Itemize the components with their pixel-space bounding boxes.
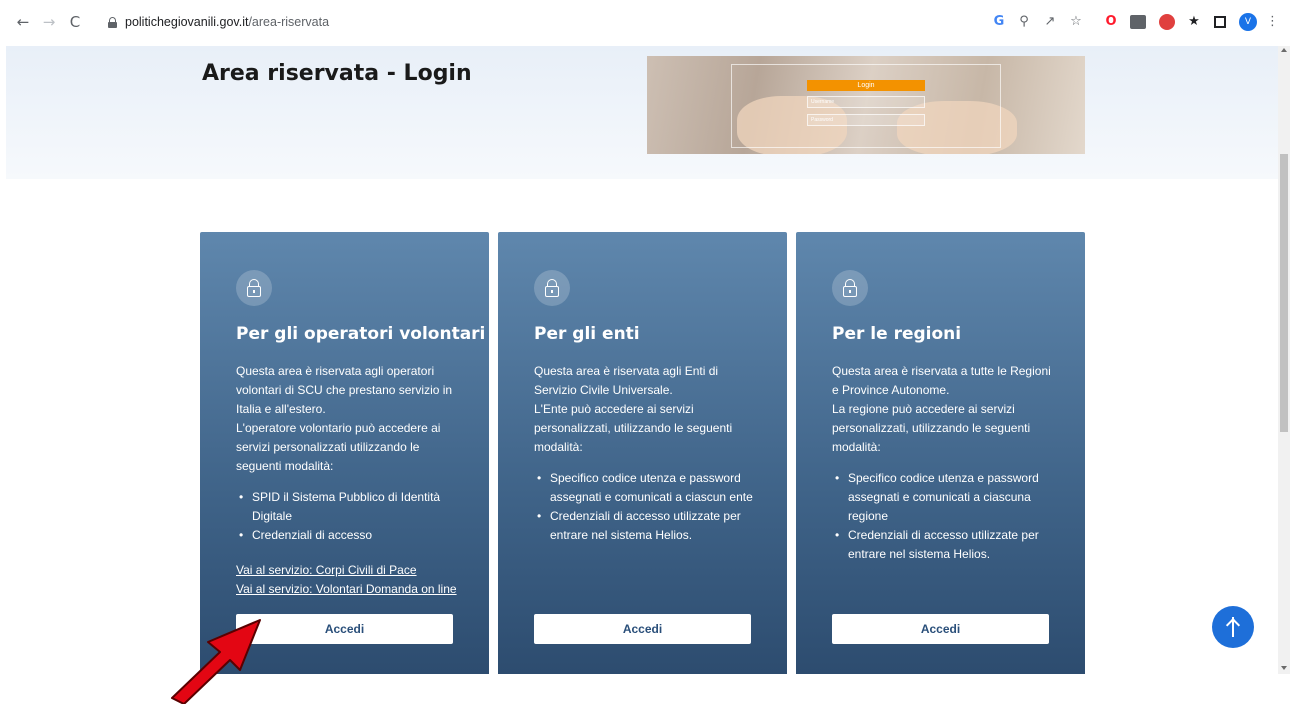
google-icon[interactable]: G [992,14,1006,30]
browser-toolbar: ← → C politichegiovanili.gov.it/area-ris… [0,0,1290,46]
card-bullet-list: Specifico codice utenza e password asseg… [832,469,1057,564]
card-paragraph: L'Ente può accedere ai servizi personali… [534,402,733,454]
list-item: Credenziali di accesso utilizzate per en… [832,526,1057,564]
card-body: Questa area è riservata agli operatori v… [236,362,461,599]
zoom-icon[interactable]: ⚲ [1017,14,1031,30]
link-corpi-civili-di-pace[interactable]: Vai al servizio: Corpi Civili di Pace [236,561,461,580]
page-viewport: Area riservata - Login Login Username Pa… [0,46,1278,674]
list-item: Specifico codice utenza e password asseg… [832,469,1057,526]
annotation-arrow-shape [171,619,261,704]
card-paragraph: Questa area è riservata a tutte le Regio… [832,364,1051,397]
hero-banner [6,46,1278,179]
scrollbar-thumb[interactable] [1280,154,1288,432]
card-title: Per le regioni [832,324,962,344]
card-bullet-list: Specifico codice utenza e password asseg… [534,469,759,545]
url-text[interactable]: politichegiovanili.gov.it/area-riservata [125,15,329,29]
scroll-up-arrow-icon[interactable] [1281,48,1287,52]
card-title: Per gli enti [534,324,640,344]
side-panel-icon[interactable] [1214,16,1226,28]
accedi-button-regioni[interactable]: Accedi [832,614,1049,644]
url-path: /area-riservata [248,15,330,29]
card-paragraph: Questa area è riservata agli operatori v… [236,364,453,416]
image-username-label: Username [807,96,925,108]
card-title: Per gli operatori volontari [236,324,486,344]
back-icon[interactable]: ← [14,13,32,31]
arrow-up-head [1225,618,1241,633]
card-operatori-volontari: Per gli operatori volontari Questa area … [200,232,489,674]
image-login-label: Login [807,80,925,91]
lock-icon [534,270,570,306]
page-title: Area riservata - Login [202,61,472,86]
scroll-to-top-button[interactable] [1212,606,1254,648]
image-password-label: Password [807,114,925,126]
bookmark-star-icon[interactable]: ☆ [1069,14,1083,30]
lock-icon [236,270,272,306]
vertical-scrollbar[interactable] [1278,46,1290,674]
card-bullet-list: SPID il Sistema Pubblico di Identità Dig… [236,488,461,545]
link-volontari-domanda-online[interactable]: Vai al servizio: Volontari Domanda on li… [236,580,461,599]
card-enti: Per gli enti Questa area è riservata agl… [498,232,787,674]
puzzle-extensions-icon[interactable]: ★ [1187,14,1201,30]
lock-icon[interactable] [108,17,117,28]
lock-icon [832,270,868,306]
opera-extension-icon[interactable]: O [1104,14,1118,30]
list-item: Specifico codice utenza e password asseg… [534,469,759,507]
list-item: Credenziali di accesso utilizzate per en… [534,507,759,545]
share-icon[interactable]: ↗ [1043,14,1057,30]
accedi-button-enti[interactable]: Accedi [534,614,751,644]
extension-icon[interactable] [1130,15,1146,29]
profile-avatar-icon[interactable]: V [1239,13,1257,31]
forward-icon[interactable]: → [40,13,58,31]
list-item: Credenziali di accesso [236,526,461,545]
reload-icon[interactable]: C [66,13,84,31]
service-links: Vai al servizio: Corpi Civili di Pace Va… [236,561,461,599]
card-paragraph: L'operatore volontario può accedere ai s… [236,421,441,473]
cards-container: Per gli operatori volontari Questa area … [200,232,1085,674]
menu-kebab-icon[interactable]: ⋮ [1266,14,1279,30]
card-paragraph: La regione può accedere ai servizi perso… [832,402,1031,454]
url-host: politichegiovanili.gov.it [125,15,249,29]
login-hero-image: Login Username Password [647,56,1085,154]
card-paragraph: Questa area è riservata agli Enti di Ser… [534,364,719,397]
address-bar[interactable]: politichegiovanili.gov.it/area-riservata [98,10,1238,36]
scroll-down-arrow-icon[interactable] [1281,666,1287,670]
card-body: Questa area è riservata a tutte le Regio… [832,362,1057,564]
list-item: SPID il Sistema Pubblico di Identità Dig… [236,488,461,526]
adblock-extension-icon[interactable] [1159,14,1175,30]
card-body: Questa area è riservata agli Enti di Ser… [534,362,759,545]
red-arrow-icon [171,619,261,704]
card-regioni: Per le regioni Questa area è riservata a… [796,232,1085,674]
